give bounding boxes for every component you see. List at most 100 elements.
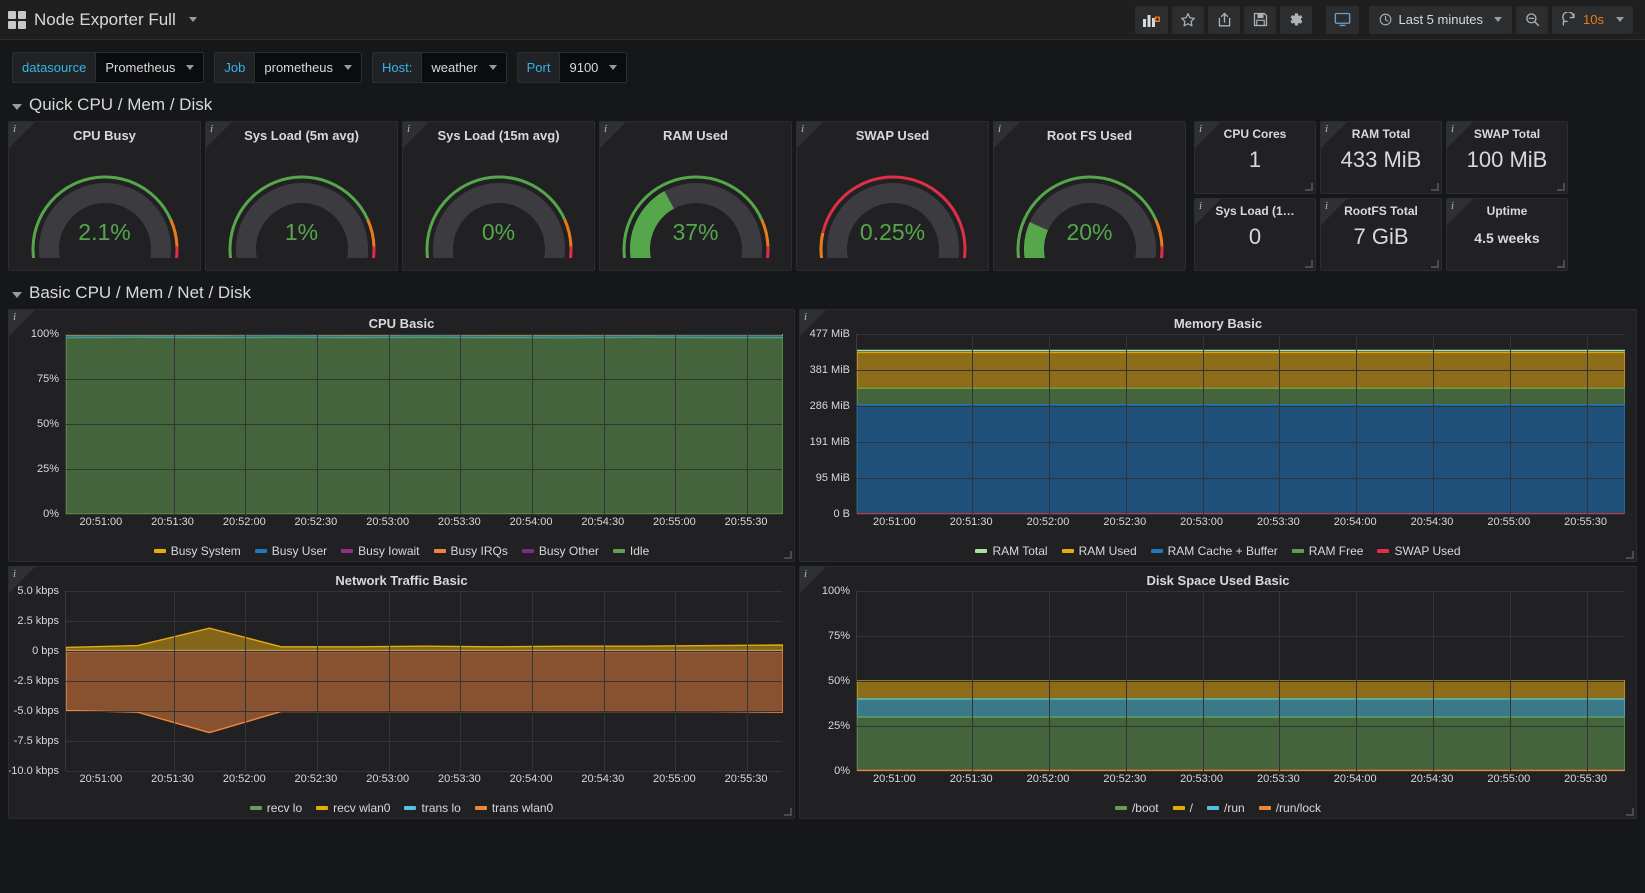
legend-item[interactable]: Busy Other: [521, 544, 599, 558]
resize-handle[interactable]: [1557, 260, 1565, 268]
legend-item[interactable]: /boot: [1114, 801, 1159, 815]
gauge-value: 0.25%: [859, 218, 926, 245]
x-axis-tick: 20:52:30: [1103, 773, 1147, 785]
panel-title[interactable]: Network Traffic Basic: [9, 567, 794, 591]
legend-item[interactable]: Busy Iowait: [341, 544, 420, 558]
dashboard-grid-icon[interactable]: [8, 10, 26, 29]
panel-title[interactable]: CPU Busy: [9, 122, 200, 146]
plot-canvas[interactable]: [856, 591, 1625, 772]
variable-dropdown[interactable]: Prometheus: [95, 52, 205, 83]
variable-dropdown[interactable]: 9100: [559, 52, 628, 83]
legend-item[interactable]: RAM Free: [1291, 544, 1363, 558]
panel-info-icon[interactable]: i: [1451, 123, 1454, 135]
settings-button[interactable]: [1280, 5, 1313, 34]
legend-color-swatch: [1291, 549, 1304, 553]
variable-port: Port 9100: [516, 52, 628, 83]
legend-color-swatch: [1172, 806, 1185, 810]
plot-canvas[interactable]: [65, 591, 783, 772]
resize-handle[interactable]: [1626, 808, 1634, 816]
panel-title[interactable]: Disk Space Used Basic: [800, 567, 1636, 591]
add-panel-icon: [1143, 15, 1161, 27]
variable-dropdown[interactable]: weather: [421, 52, 507, 83]
panel-info-icon[interactable]: i: [1199, 200, 1202, 212]
legend-item[interactable]: SWAP Used: [1377, 544, 1461, 558]
y-axis-tick: -2.5 kbps: [13, 675, 59, 687]
panel-info-icon[interactable]: i: [1451, 200, 1454, 212]
panel-info-icon[interactable]: i: [1199, 123, 1202, 135]
resize-handle[interactable]: [1626, 551, 1634, 559]
panel-info-icon[interactable]: i: [604, 123, 607, 135]
legend-label: RAM Cache + Buffer: [1167, 544, 1278, 558]
panel-title[interactable]: RAM Used: [600, 122, 791, 146]
resize-handle[interactable]: [1431, 260, 1439, 268]
refresh-control[interactable]: 10s: [1552, 5, 1633, 34]
panel-info-icon[interactable]: i: [998, 123, 1001, 135]
panel-info-icon[interactable]: i: [801, 123, 804, 135]
resize-handle[interactable]: [1305, 183, 1313, 191]
chevron-down-icon: [186, 65, 195, 70]
panel-info-icon[interactable]: i: [804, 568, 807, 580]
resize-handle[interactable]: [1305, 260, 1313, 268]
legend-item[interactable]: RAM Cache + Buffer: [1150, 544, 1278, 558]
x-axis-tick: 20:52:00: [222, 516, 266, 528]
row-header-quick[interactable]: Quick CPU / Mem / Disk: [0, 91, 1645, 121]
panel-title[interactable]: Sys Load (5m avg): [206, 122, 397, 146]
y-axis-tick: 381 MiB: [809, 364, 850, 377]
panel-info-icon[interactable]: i: [13, 311, 16, 323]
plot-canvas[interactable]: [65, 334, 783, 515]
variable-job: Job prometheus: [214, 52, 363, 83]
legend-item[interactable]: /run: [1207, 801, 1245, 815]
plot-canvas[interactable]: [856, 334, 1625, 515]
zoom-out-button[interactable]: [1516, 5, 1549, 34]
legend-item[interactable]: Idle: [612, 544, 649, 558]
legend-color-swatch: [1114, 806, 1127, 810]
panel-info-icon[interactable]: i: [210, 123, 213, 135]
legend-item[interactable]: Busy User: [254, 544, 327, 558]
panel-info-icon[interactable]: i: [1325, 200, 1328, 212]
chevron-down-icon[interactable]: [188, 17, 197, 22]
panel-info-icon[interactable]: i: [407, 123, 410, 135]
legend-item[interactable]: RAM Total: [975, 544, 1048, 558]
page-title[interactable]: Node Exporter Full: [34, 10, 176, 30]
time-range-label: Last 5 minutes: [1398, 12, 1484, 27]
x-axis-tick: 20:55:30: [1564, 773, 1608, 785]
legend-color-swatch: [1150, 549, 1163, 553]
x-axis-tick: 20:52:30: [1103, 516, 1147, 528]
panel-title[interactable]: CPU Basic: [9, 310, 794, 334]
panel-title[interactable]: Sys Load (15m avg): [403, 122, 594, 146]
star-button[interactable]: [1172, 5, 1205, 34]
variable-dropdown[interactable]: prometheus: [254, 52, 363, 83]
resize-handle[interactable]: [1431, 183, 1439, 191]
panel-info-icon[interactable]: i: [1325, 123, 1328, 135]
panel-info-icon[interactable]: i: [804, 311, 807, 323]
add-panel-button[interactable]: [1135, 5, 1169, 34]
x-axis-tick: 20:54:00: [509, 773, 553, 785]
legend-item[interactable]: RAM Used: [1061, 544, 1137, 558]
legend-item[interactable]: /: [1172, 801, 1193, 815]
save-button[interactable]: [1244, 5, 1277, 34]
legend-item[interactable]: Busy System: [153, 544, 241, 558]
time-range-picker[interactable]: Last 5 minutes: [1369, 5, 1513, 34]
graph-plot: 0% 25% 50% 75% 100%: [800, 585, 1625, 777]
y-axis-tick: -7.5 kbps: [13, 735, 59, 747]
row-header-basic[interactable]: Basic CPU / Mem / Net / Disk: [0, 279, 1645, 309]
legend-item[interactable]: recv lo: [249, 801, 302, 815]
share-button[interactable]: [1208, 5, 1241, 34]
panel-info-icon[interactable]: i: [13, 123, 16, 135]
tv-mode-button[interactable]: [1326, 5, 1360, 34]
variable-value: prometheus: [264, 60, 334, 75]
legend-item[interactable]: Busy IRQs: [433, 544, 508, 558]
legend-item[interactable]: recv wlan0: [316, 801, 390, 815]
legend-item[interactable]: trans lo: [404, 801, 461, 815]
panel-title[interactable]: Memory Basic: [800, 310, 1636, 334]
resize-handle[interactable]: [784, 551, 792, 559]
legend-item[interactable]: trans wlan0: [474, 801, 553, 815]
gauge-row: i CPU Busy 2.1% i Sys Load (5m avg) 1% i Sys Lo…: [8, 121, 1637, 271]
resize-handle[interactable]: [1557, 183, 1565, 191]
panel-info-icon[interactable]: i: [13, 568, 16, 580]
resize-handle[interactable]: [784, 808, 792, 816]
legend-item[interactable]: /run/lock: [1258, 801, 1321, 815]
panel-title[interactable]: Root FS Used: [994, 122, 1185, 146]
x-axis-tick: 20:53:30: [437, 516, 481, 528]
panel-title[interactable]: SWAP Used: [797, 122, 988, 146]
